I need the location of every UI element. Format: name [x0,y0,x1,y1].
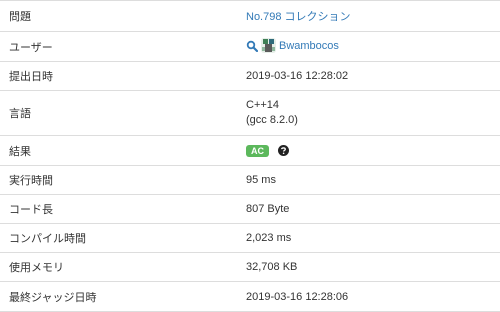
table-row-user: ユーザー Bwambocos [0,31,500,62]
search-icon[interactable] [246,40,259,52]
submitted-value: 2019-03-16 12:28:02 [237,61,500,91]
table-row-submitted: 提出日時 2019-03-16 12:28:02 [0,61,500,91]
user-info: Bwambocos [246,38,339,54]
table-row-problem: 問題 No.798 コレクション [0,0,500,32]
last-judge-label: 最終ジャッジ日時 [0,281,237,312]
last-judge-value: 2019-03-16 12:28:06 [237,281,500,312]
problem-label: 問題 [0,0,237,32]
submission-info-table: 問題 No.798 コレクション ユーザー Bwambocos 提出日時 201… [0,0,500,312]
result-label: 結果 [0,135,237,166]
table-row-code-length: コード長 807 Byte [0,194,500,224]
code-length-label: コード長 [0,194,237,224]
status-badge: AC [246,144,269,157]
language-compiler: (gcc 8.2.0) [246,114,298,126]
compile-time-value: 2,023 ms [237,223,500,253]
table-row-memory: 使用メモリ 32,708 KB [0,252,500,282]
memory-value: 32,708 KB [237,252,500,282]
code-length-value: 807 Byte [237,194,500,224]
user-cell: Bwambocos [237,31,500,62]
result-cell: AC [237,135,500,166]
language-cell: C++14 (gcc 8.2.0) [237,90,500,136]
language-label: 言語 [0,90,237,136]
problem-link[interactable]: No.798 コレクション [246,11,351,23]
problem-cell: No.798 コレクション [237,0,500,32]
table-row-result: 結果 AC [0,135,500,166]
table-row-language: 言語 C++14 (gcc 8.2.0) [0,90,500,136]
user-link[interactable]: Bwambocos [279,40,339,52]
exec-time-value: 95 ms [237,165,500,195]
table-row-compile-time: コンパイル時間 2,023 ms [0,223,500,253]
memory-label: 使用メモリ [0,252,237,282]
avatar[interactable] [261,38,276,54]
submitted-label: 提出日時 [0,61,237,91]
table-row-exec-time: 実行時間 95 ms [0,165,500,195]
question-circle-icon[interactable] [278,145,290,157]
table-row-last-judge: 最終ジャッジ日時 2019-03-16 12:28:06 [0,281,500,312]
exec-time-label: 実行時間 [0,165,237,195]
compile-time-label: コンパイル時間 [0,223,237,253]
user-label: ユーザー [0,31,237,62]
language-name: C++14 [246,99,280,111]
